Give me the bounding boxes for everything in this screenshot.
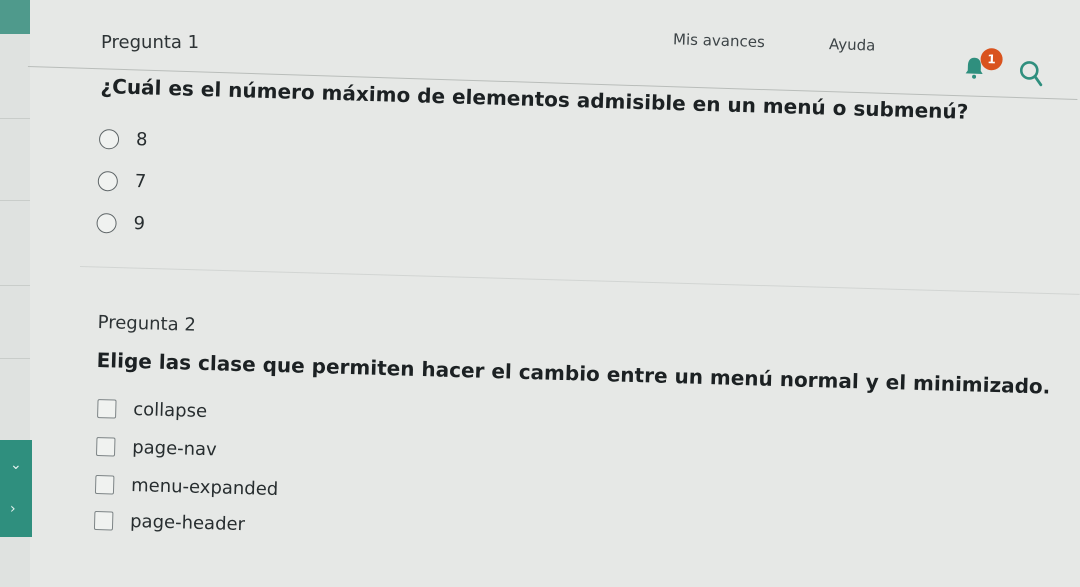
- question-2-option[interactable]: page-nav: [95, 436, 218, 461]
- option-label: page-header: [129, 510, 246, 536]
- checkbox[interactable]: [94, 474, 115, 495]
- option-label: menu-expanded: [130, 474, 279, 501]
- nav-link-mis-avances[interactable]: Mis avances: [673, 30, 765, 51]
- option-label: page-nav: [131, 437, 218, 461]
- option-label: collapse: [132, 399, 208, 423]
- sidebar-divider: [0, 358, 30, 359]
- sidebar-header-block: [0, 0, 30, 34]
- radio-button[interactable]: [98, 128, 120, 150]
- search-icon[interactable]: [1018, 59, 1045, 88]
- option-label: 7: [134, 171, 147, 193]
- question-2-option[interactable]: collapse: [97, 398, 207, 422]
- sidebar-item-active[interactable]: ⌄ ›: [0, 440, 32, 537]
- question-2-option[interactable]: menu-expanded: [94, 474, 279, 501]
- sidebar-divider: [0, 118, 30, 119]
- chevron-down-icon[interactable]: ⌄: [10, 458, 22, 472]
- sidebar-divider: [0, 200, 30, 201]
- checkbox[interactable]: [95, 437, 116, 457]
- notification-badge: 1: [980, 47, 1003, 71]
- chevron-right-icon[interactable]: ›: [10, 502, 16, 516]
- checkbox[interactable]: [97, 399, 117, 419]
- checkbox[interactable]: [93, 510, 114, 531]
- question-2-option[interactable]: page-header: [93, 510, 246, 536]
- question-1-option[interactable]: 7: [97, 170, 147, 193]
- nav-link-ayuda[interactable]: Ayuda: [829, 35, 876, 54]
- left-sidebar: ⌄ ›: [0, 0, 32, 587]
- question-1-label: Pregunta 1: [101, 32, 200, 53]
- question-divider: [79, 266, 1080, 295]
- option-label: 9: [133, 213, 146, 235]
- question-1-option[interactable]: 8: [98, 128, 148, 151]
- sidebar-divider: [0, 285, 30, 286]
- question-1-option[interactable]: 9: [96, 212, 145, 234]
- radio-button[interactable]: [96, 212, 117, 234]
- option-label: 8: [135, 129, 148, 151]
- question-2: Pregunta 2 Elige las clase que permiten …: [93, 312, 1051, 535]
- radio-button[interactable]: [97, 170, 119, 192]
